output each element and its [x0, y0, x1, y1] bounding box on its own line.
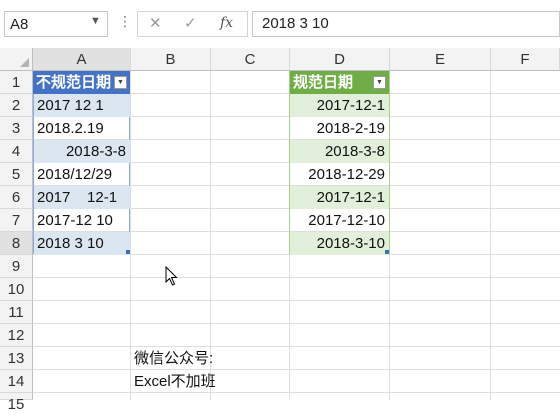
cancel-icon[interactable]: ✕ [149, 14, 162, 32]
row-header-9[interactable]: 9 [0, 255, 33, 278]
row-header-15[interactable]: 15 [0, 393, 33, 413]
row-header-3[interactable]: 3 [0, 117, 33, 140]
gridline [33, 369, 560, 370]
gridline [33, 392, 560, 393]
table-a-cell-a2[interactable]: 2017 12 1 [34, 94, 130, 117]
table-d-cell-d3[interactable]: 2018-2-19 [290, 117, 389, 140]
gridline [33, 323, 560, 324]
table-d-cell-d7[interactable]: 2017-12-10 [290, 209, 389, 232]
filter-dropdown-icon[interactable]: ▼ [373, 76, 386, 89]
gridline [33, 300, 560, 301]
mouse-cursor-icon [165, 266, 178, 286]
enter-icon[interactable]: ✓ [184, 14, 197, 32]
column-header-c[interactable]: C [211, 48, 290, 71]
name-box-dropdown-icon[interactable]: ▼ [90, 15, 101, 27]
note-cell-b14[interactable]: Excel不加班 [131, 370, 251, 393]
column-header-b[interactable]: B [131, 48, 211, 71]
more-options-icon[interactable]: ⋮ [118, 13, 132, 30]
table-d-cell-d4[interactable]: 2018-3-8 [290, 140, 389, 163]
row-header-6[interactable]: 6 [0, 186, 33, 209]
filter-dropdown-icon[interactable]: ▼ [114, 76, 127, 89]
column-header-f[interactable]: F [491, 48, 560, 71]
table-a-cell-a6[interactable]: 2017 12-1 [34, 186, 130, 209]
column-header-e[interactable]: E [390, 48, 491, 71]
select-all-corner[interactable] [0, 48, 33, 71]
row-header-1[interactable]: 1 [0, 71, 33, 94]
table-a-cell-a8[interactable]: 2018 3 10 [34, 232, 130, 255]
table-a-cell-a3[interactable]: 2018.2.19 [34, 117, 130, 140]
row-header-11[interactable]: 11 [0, 301, 33, 324]
table-resize-handle[interactable] [385, 250, 389, 254]
table-d-cell-d2[interactable]: 2017-12-1 [290, 94, 389, 117]
column-header-d[interactable]: D [290, 48, 390, 71]
name-box-value: A8 [10, 16, 29, 33]
gridline [33, 277, 560, 278]
formula-input-value: 2018 3 10 [262, 15, 329, 32]
row-header-12[interactable]: 12 [0, 324, 33, 347]
row-header-2[interactable]: 2 [0, 94, 33, 117]
row-header-5[interactable]: 5 [0, 163, 33, 186]
gridline [490, 71, 491, 400]
row-header-4[interactable]: 4 [0, 140, 33, 163]
row-header-10[interactable]: 10 [0, 278, 33, 301]
table-a-cell-a4[interactable]: 2018-3-8 [34, 140, 130, 163]
table-a-cell-a7[interactable]: 2017-12 10 [34, 209, 130, 232]
insert-function-icon[interactable]: fx [220, 15, 233, 31]
table-d-cell-d5[interactable]: 2018-12-29 [290, 163, 389, 186]
column-header-a[interactable]: A [33, 48, 131, 71]
row-header-8[interactable]: 8 [0, 232, 33, 255]
table-a-cell-a5[interactable]: 2018/12/29 [34, 163, 130, 186]
table-d-cell-d8[interactable]: 2018-3-10 [290, 232, 389, 255]
row-header-14[interactable]: 14 [0, 370, 33, 393]
gridline [33, 346, 560, 347]
row-header-7[interactable]: 7 [0, 209, 33, 232]
table-resize-handle[interactable] [126, 250, 130, 254]
note-cell-b13[interactable]: 微信公众号: [131, 347, 251, 370]
row-header-13[interactable]: 13 [0, 347, 33, 370]
select-all-triangle-icon [20, 58, 29, 67]
table-d-cell-d6[interactable]: 2017-12-1 [290, 186, 389, 209]
